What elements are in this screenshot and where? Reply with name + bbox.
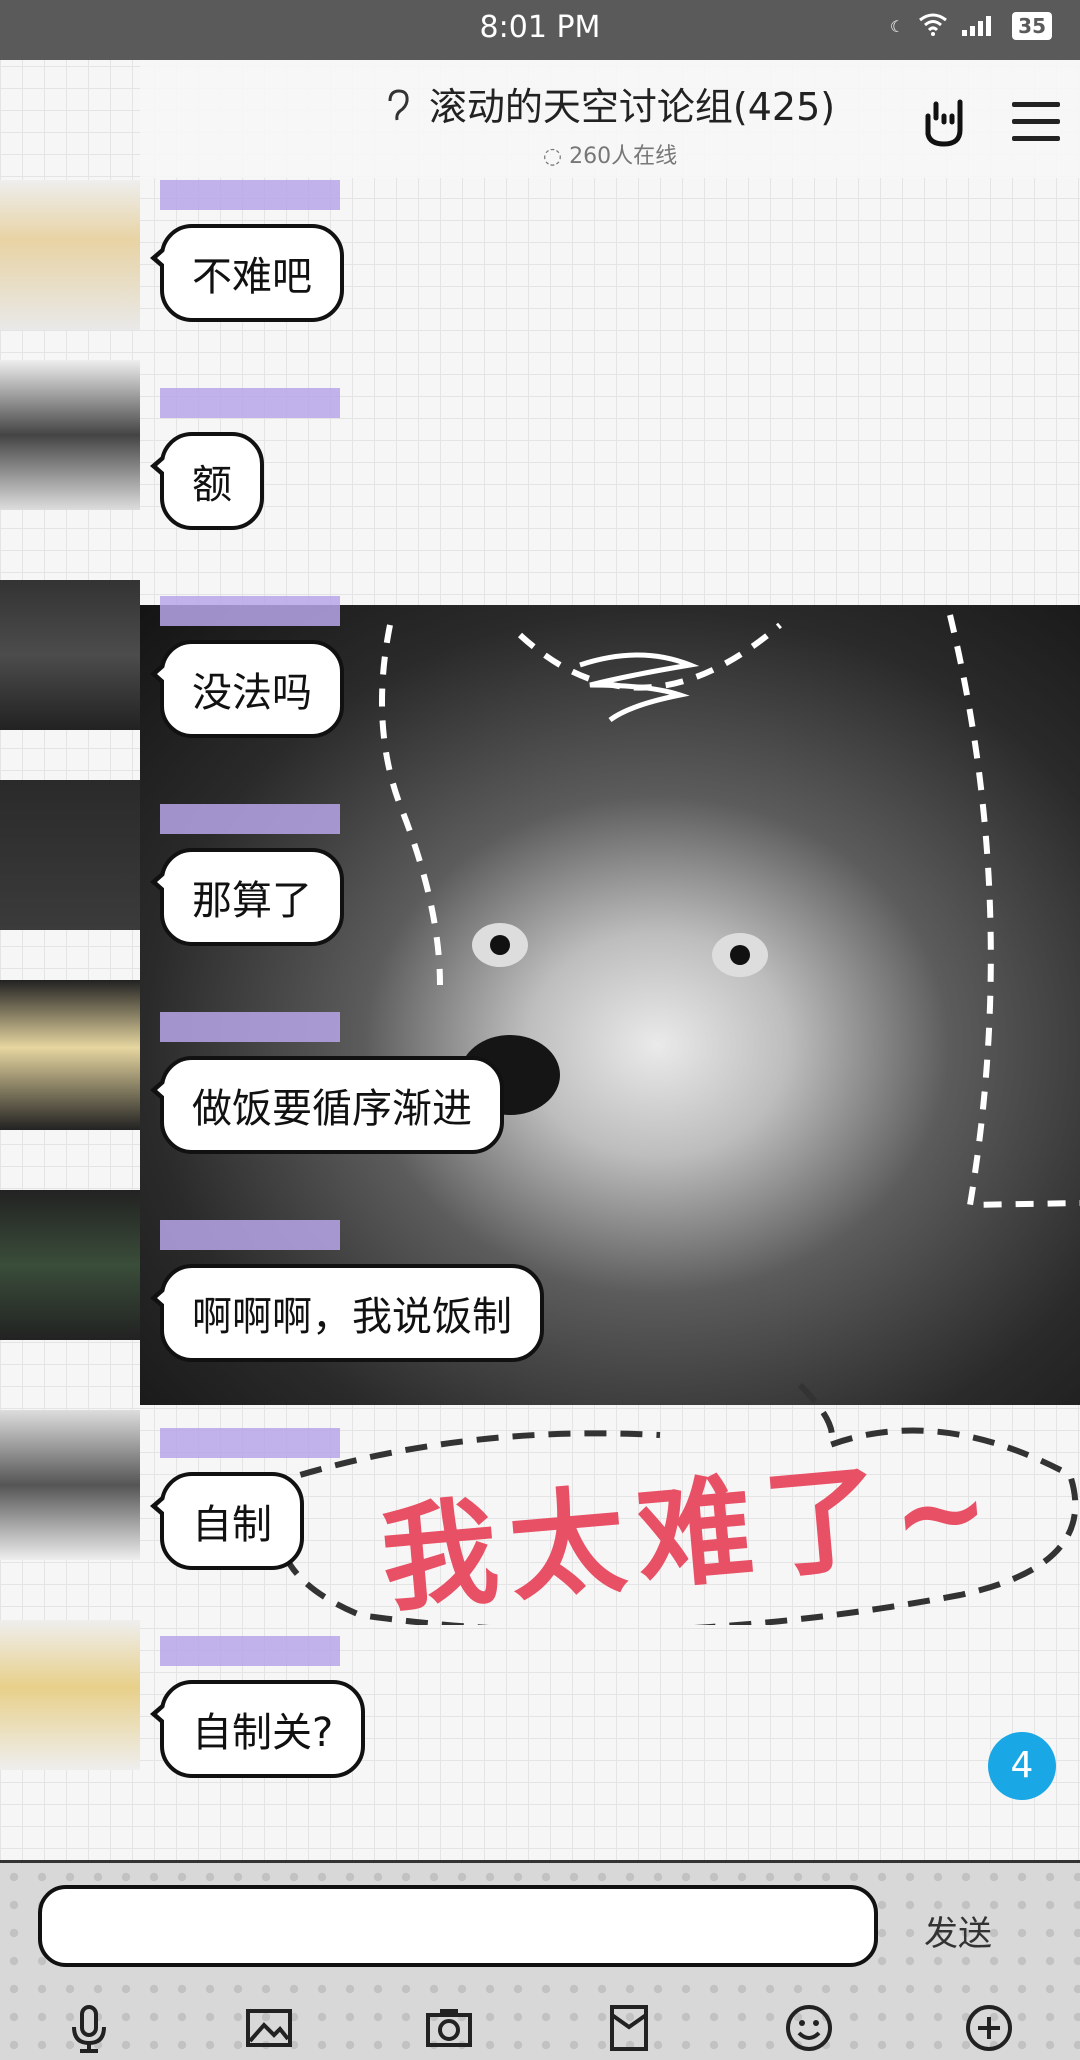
message-bubble[interactable]: 不难吧 [150,224,344,322]
online-icon: ◌ [542,144,563,169]
signal-icon [962,12,998,40]
avatar[interactable] [0,580,140,730]
message-bubble[interactable]: 啊啊啊，我说饭制 [150,1264,544,1362]
sender-name[interactable] [160,596,340,626]
message-bubble[interactable]: 做饭要循序渐进 [150,1056,504,1154]
ear-icon[interactable] [385,88,411,132]
emoji-icon[interactable] [782,2001,836,2055]
avatar[interactable] [0,1620,140,1770]
sender-name[interactable] [160,1220,340,1250]
sender-name[interactable] [160,180,340,210]
avatar[interactable] [0,980,140,1130]
menu-icon[interactable] [1012,102,1060,142]
red-envelope-icon[interactable] [602,2001,656,2055]
avatar[interactable] [0,1190,140,1340]
battery-icon: 35 [1012,12,1052,40]
group-title: 滚动的天空讨论组(425) [428,85,836,129]
message-bubble[interactable]: 额 [150,432,264,530]
input-toolbar [0,2001,1080,2057]
chat-header: 滚动的天空讨论组(425) ◌ 260人在线 [140,60,1080,178]
sender-name[interactable] [160,1428,340,1458]
message-bubble[interactable]: 那算了 [150,848,344,946]
sender-name[interactable] [160,804,340,834]
avatar[interactable] [0,780,140,930]
camera-icon[interactable] [422,2001,476,2055]
message-bubble[interactable]: 没法吗 [150,640,344,738]
message-input[interactable] [38,1885,878,1967]
message-bubble[interactable]: 自制 [150,1472,304,1570]
unread-badge[interactable]: 4 [988,1732,1056,1800]
avatar[interactable] [0,360,140,510]
sender-name[interactable] [160,1636,340,1666]
moon-icon: ☾ [889,16,905,36]
mic-icon[interactable] [62,2001,116,2055]
status-bar: 8:01 PM ☾ 35 [0,0,1080,60]
plus-icon[interactable] [962,2001,1016,2055]
avatar-column [0,60,140,1860]
avatar[interactable] [0,180,140,330]
sender-name[interactable] [160,388,340,418]
chat-screen: 我太难了~ 不难吧 额 没法吗 那算了 做饭要循序渐进 啊啊啊，我说饭制 自制 … [0,0,1080,2060]
status-icons: ☾ 35 [890,12,1052,40]
avatar[interactable] [0,1410,140,1560]
sender-name[interactable] [160,1012,340,1042]
rock-hand-icon[interactable] [918,96,970,148]
input-area: 发送 [0,1860,1080,2060]
wifi-icon [918,12,948,40]
send-button[interactable]: 发送 [918,1905,998,1956]
message-bubble[interactable]: 自制关? [149,1680,366,1778]
image-icon[interactable] [242,2001,296,2055]
